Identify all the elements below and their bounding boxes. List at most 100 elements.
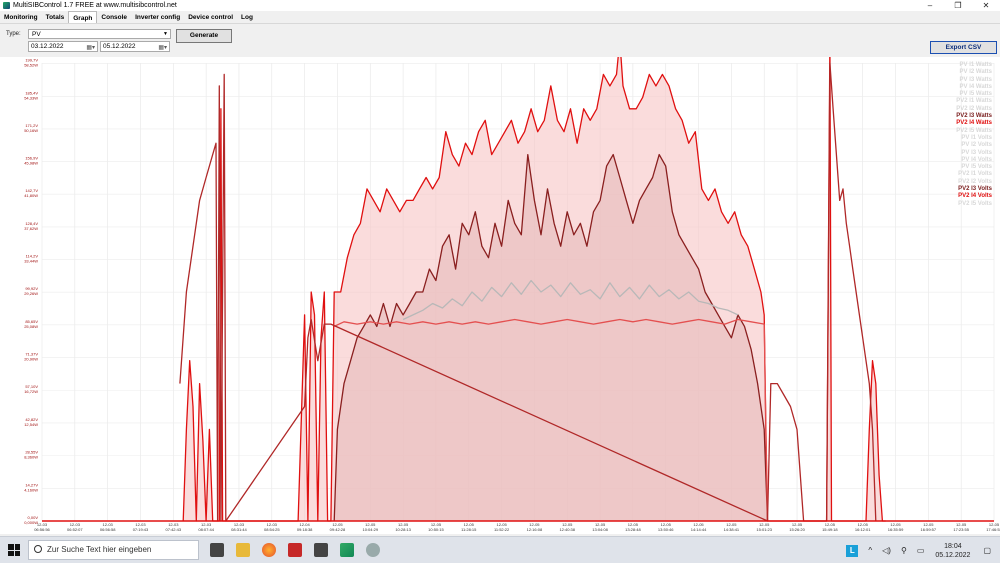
x-tick-time: 07:19:43 [133,527,149,532]
y-tick-watts: 8,360W [24,455,38,460]
x-tick-time: 15:01:23 [756,527,772,532]
tab-console[interactable]: Console [97,11,131,23]
legend-item: PV2 I5 Volts [958,200,992,207]
x-tick-time: 06:56:58 [100,527,116,532]
x-tick-time: 13:50:46 [658,527,674,532]
tab-bar: Monitoring Totals Graph Console Inverter… [0,11,1000,24]
task-view-icon[interactable] [210,543,224,557]
chevron-up-icon[interactable]: ^ [868,546,872,555]
y-tick-watts: 12,54W [24,422,38,427]
x-tick-time: 08:31:44 [231,527,247,532]
minimize-icon[interactable]: – [916,0,944,11]
file-explorer-icon[interactable] [236,543,250,557]
date-to-value: 05.12.2022 [103,43,136,50]
x-tick-time: 11:52:22 [494,527,510,532]
speaker-icon[interactable]: ◁) [882,546,891,555]
export-csv-button[interactable]: Export CSV [930,41,997,54]
x-tick-time: 17:23:55 [953,527,969,532]
title-bar: MultiSIBControl 1.7 FREE at www.multisib… [0,0,1000,11]
pv-chart: 0,00V0,000W14,27V4,160W28,55V8,360W42,82… [24,57,1000,532]
x-tick-time: 13:28:48 [625,527,641,532]
legend-item: PV2 I2 Volts [958,178,992,185]
tab-device-control[interactable]: Device control [184,11,237,23]
x-tick-time: 17:46:53 [986,527,1000,532]
y-tick-watts: 29,26W [24,291,38,296]
keyboard-icon[interactable]: ▭ [917,546,925,555]
legend-item: PV2 I1 Watts [956,98,992,105]
chart-legend: PV I1 Watts PV I2 Watts PV I3 Watts PV I4 W… [956,62,992,208]
taskbar: Zur Suche Text hier eingeben L ^ ◁) ⚲ ▭ … [0,536,1000,563]
tab-monitoring[interactable]: Monitoring [0,11,42,23]
x-tick-time: 14:14:44 [691,527,707,532]
x-tick-time: 09:18:38 [297,527,313,532]
app-window-icon[interactable] [314,543,328,557]
legend-item: PV I4 Volts [961,156,992,163]
legend-item: PV2 I5 Watts [956,127,992,134]
app-icon [3,2,10,9]
x-tick-time: 15:49:18 [822,527,838,532]
link-icon[interactable]: ⚲ [901,546,907,555]
firefox-icon[interactable] [262,543,276,557]
type-select[interactable]: PV ▼ [28,29,171,39]
legend-item: PV I3 Watts [959,76,992,83]
clock[interactable]: 18:04 05.12.2022 [935,542,970,560]
date-to-picker[interactable]: 05.12.2022 ▦▾ [100,41,170,52]
x-tick-time: 07:42:43 [166,527,182,532]
y-tick-watts: 37,62W [24,226,38,231]
y-tick-watts: 25,08W [24,324,38,329]
notifications-icon[interactable]: ▢ [983,546,991,555]
x-tick-time: 10:04:29 [362,527,378,532]
x-tick-time: 15:26:20 [789,527,805,532]
maximize-icon[interactable]: ❐ [944,0,972,11]
x-tick-time: 10:28:13 [395,527,411,532]
tab-log[interactable]: Log [237,11,257,23]
x-tick-time: 08:54:25 [264,527,280,532]
x-tick-time: 13:04:08 [592,527,608,532]
legend-item: PV I1 Volts [961,134,992,141]
type-select-value: PV [32,31,41,38]
y-tick-watts: 58,52W [24,63,38,68]
system-tray: L ^ ◁) ⚲ ▭ 18:04 05.12.2022 ▢ [841,537,996,563]
y-tick-watts: 20,90W [24,357,38,362]
date-from-value: 03.12.2022 [31,43,64,50]
tab-inverter-config[interactable]: Inverter config [131,11,184,23]
x-tick-time: 09:42:28 [330,527,346,532]
legend-item: PV2 I3 Watts [956,113,992,120]
tab-totals[interactable]: Totals [42,11,69,23]
l-app-icon[interactable]: L [846,544,859,557]
generate-button[interactable]: Generate [176,29,232,43]
window-controls: – ❐ ✕ [916,0,1000,11]
x-tick-time: 10:50:15 [428,527,444,532]
windows-start-icon[interactable] [8,544,20,556]
y-tick-watts: 50,16W [24,128,38,133]
calendar-icon: ▦▾ [158,45,167,51]
close-icon[interactable]: ✕ [972,0,1000,11]
multisibcontrol-taskbar-icon[interactable] [340,543,354,557]
y-tick-watts: 45,98W [24,161,38,166]
tab-graph[interactable]: Graph [68,11,98,23]
x-tick-time: 12:40:38 [559,527,575,532]
date-from-picker[interactable]: 03.12.2022 ▦▾ [28,41,98,52]
x-tick-time: 16:35:59 [888,527,904,532]
chart-area: 0,00V 0,000W 14,27V 4,160W 28,55V 8,360W 42,82… [0,57,1000,534]
taskbar-search[interactable]: Zur Suche Text hier eingeben [28,540,199,560]
search-icon [34,545,42,553]
window-title: MultiSIBControl 1.7 FREE at www.multisib… [13,2,177,9]
legend-item: PV I1 Watts [959,62,992,68]
pdf-reader-icon[interactable] [288,543,302,557]
x-tick-time: 06:52:07 [67,527,83,532]
app-window: MultiSIBControl 1.7 FREE at www.multisib… [0,0,1000,563]
legend-item: PV I3 Volts [961,149,992,156]
legend-item: PV I2 Watts [959,69,992,76]
legend-item: PV I5 Watts [959,91,992,98]
y-tick-watts: 41,80W [24,193,38,198]
legend-item: PV2 I4 Volts [958,193,992,200]
y-tick-watts: 33,44W [24,258,38,263]
legend-item: PV I4 Watts [959,83,992,90]
legend-item: PV2 I2 Watts [956,105,992,112]
network-app-icon[interactable] [366,543,380,557]
y-tick-watts: 54,33W [24,95,38,100]
y-tick-watts: 16,72W [24,389,38,394]
x-tick-time: 12:16:08 [527,527,543,532]
clock-date: 05.12.2022 [935,551,971,559]
